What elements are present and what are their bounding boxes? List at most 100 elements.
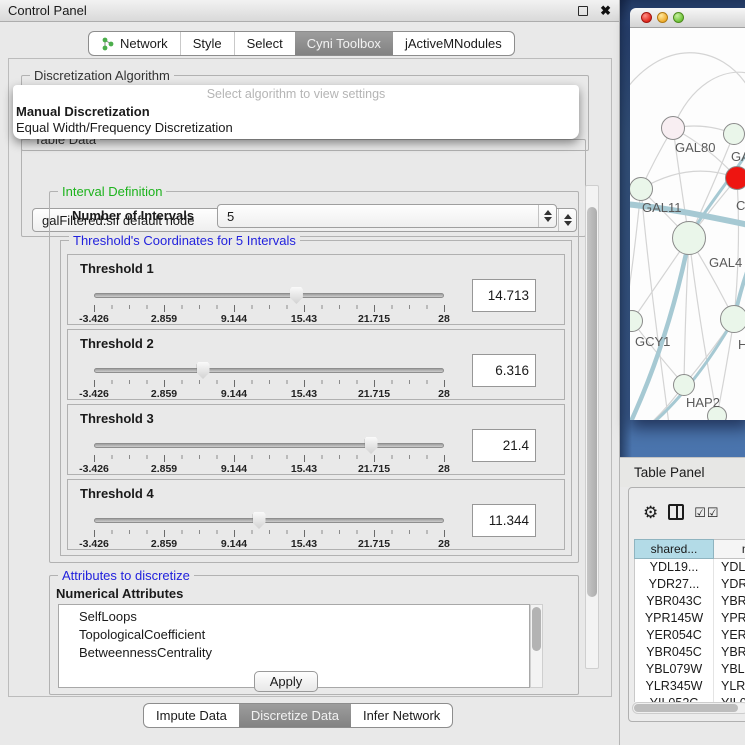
tab-select[interactable]: Select — [234, 32, 295, 55]
slider-track[interactable] — [94, 443, 444, 448]
table-row[interactable]: YBL079W YBL0 — [635, 661, 745, 678]
control-panel-titlebar: Control Panel ✖ — [0, 0, 619, 22]
slider-thumb[interactable] — [253, 512, 266, 529]
tick-label: -3.426 — [79, 463, 109, 475]
network-node[interactable] — [725, 166, 745, 190]
cell-shared-name[interactable]: YBL079W — [635, 661, 714, 678]
table-row[interactable]: YLR345W YLR3 — [635, 678, 745, 695]
tick-label: 15.43 — [291, 388, 317, 400]
checkbox-icons[interactable]: ☑☑ — [694, 506, 719, 519]
table-toolbar: ⚙ ☑☑ — [629, 498, 745, 526]
attributes-scrollbar[interactable] — [530, 604, 543, 688]
threshold-value-field[interactable]: 6.316 — [472, 354, 536, 387]
stepper-icon[interactable] — [538, 205, 556, 227]
list-item[interactable]: BetweennessCentrality — [79, 644, 529, 662]
close-icon[interactable]: ✖ — [600, 4, 611, 17]
cell-name[interactable]: YER0 — [714, 627, 745, 644]
slider-track[interactable] — [94, 293, 444, 298]
cyni-toolbox-panel: Discretization Algorithm Table Data galF… — [8, 58, 612, 697]
tab-jactivemnodules[interactable]: jActiveMNodules — [393, 32, 514, 55]
network-node[interactable] — [673, 374, 695, 396]
threshold-slider[interactable]: -3.426 2.859 9.144 15.43 21. — [94, 508, 444, 548]
threshold-label: Threshold 3 — [80, 411, 154, 426]
table-row[interactable]: YBR045C YBR0 — [635, 644, 745, 661]
cell-name[interactable]: YDR2 — [714, 576, 745, 593]
tab-infer-network[interactable]: Infer Network — [351, 704, 452, 727]
threshold-slider[interactable]: -3.426 2.859 9.144 15.43 21. — [94, 358, 444, 398]
close-traffic-light-icon[interactable] — [641, 12, 652, 23]
tick-label: 15.43 — [291, 463, 317, 475]
gear-icon[interactable]: ⚙ — [643, 504, 658, 521]
cell-name[interactable]: YBR0 — [714, 644, 745, 661]
network-node[interactable] — [723, 123, 745, 145]
cell-shared-name[interactable]: YDR27... — [635, 576, 714, 593]
threshold-slider[interactable]: -3.426 2.859 9.144 15.43 21. — [94, 283, 444, 323]
dropdown-option-equal-width-frequency[interactable]: Equal Width/Frequency Discretization — [13, 120, 579, 136]
tab-style[interactable]: Style — [180, 32, 234, 55]
network-node[interactable] — [630, 177, 653, 201]
tab-impute-data[interactable]: Impute Data — [144, 704, 239, 727]
cell-shared-name[interactable]: YDL19... — [635, 559, 714, 576]
network-node[interactable] — [672, 221, 706, 255]
table-row[interactable]: YER054C YER0 — [635, 627, 745, 644]
tab-cyni-toolbox[interactable]: Cyni Toolbox — [295, 32, 393, 55]
minimize-traffic-light-icon[interactable] — [657, 12, 668, 23]
cell-name[interactable]: YIL0 — [714, 695, 745, 702]
threshold-value-field[interactable]: 11.344 — [472, 504, 536, 537]
number-of-intervals-combobox[interactable]: 5 — [217, 204, 557, 228]
cell-shared-name[interactable]: YLR345W — [635, 678, 714, 695]
tab-infer-network-label: Infer Network — [363, 708, 440, 723]
network-node-label: HAP2 — [686, 395, 720, 410]
cell-shared-name[interactable]: YPR145W — [635, 610, 714, 627]
table-row[interactable]: YIL052C YIL0 — [635, 695, 745, 702]
slider-thumb[interactable] — [365, 437, 378, 454]
network-window-titlebar[interactable] — [630, 8, 745, 28]
cell-name[interactable]: YPR1 — [714, 610, 745, 627]
dropdown-option-manual-discretization[interactable]: Manual Discretization — [13, 104, 579, 120]
table-row[interactable]: YDL19... YDL1 — [635, 559, 745, 576]
network-node[interactable] — [720, 305, 745, 333]
bottom-tab-bar: Impute Data Discretize Data Infer Networ… — [143, 703, 453, 728]
apply-button[interactable]: Apply — [254, 671, 318, 692]
cell-name[interactable]: YDL1 — [714, 559, 745, 576]
slider-thumb[interactable] — [290, 287, 303, 304]
slider-major-ticks — [94, 530, 445, 537]
float-window-icon[interactable] — [578, 6, 588, 16]
tick-label: 15.43 — [291, 538, 317, 550]
slider-tick-labels: -3.426 2.859 9.144 15.43 21. — [94, 463, 444, 475]
dropdown-hint: Select algorithm to view settings — [13, 87, 579, 104]
zoom-traffic-light-icon[interactable] — [673, 12, 684, 23]
group-title: Interval Definition — [58, 184, 166, 199]
tab-discretize-data[interactable]: Discretize Data — [239, 704, 351, 727]
table-horizontal-scrollbar[interactable] — [632, 702, 745, 714]
threshold-value-field[interactable]: 21.4 — [472, 429, 536, 462]
cell-shared-name[interactable]: YBR045C — [635, 644, 714, 661]
cell-name[interactable]: YBR0 — [714, 593, 745, 610]
split-panel-icon[interactable] — [668, 504, 684, 520]
cell-name[interactable]: YBL0 — [714, 661, 745, 678]
list-item[interactable]: TopologicalCoefficient — [79, 626, 529, 644]
list-item[interactable]: SelfLoops — [79, 608, 529, 626]
tab-impute-data-label: Impute Data — [156, 708, 227, 723]
cell-shared-name[interactable]: YER054C — [635, 627, 714, 644]
cell-shared-name[interactable]: YIL052C — [635, 695, 714, 702]
table-row[interactable]: YBR043C YBR0 — [635, 593, 745, 610]
slider-thumb[interactable] — [197, 362, 210, 379]
threshold-value-field[interactable]: 14.713 — [472, 279, 536, 312]
tick-label: 28 — [438, 463, 450, 475]
column-header-name[interactable]: na — [714, 539, 745, 559]
tab-network[interactable]: Network — [89, 32, 180, 55]
network-canvas[interactable]: GAL80 GA C GAL11 GAL4 GCY1 H HAP2 — [630, 28, 745, 420]
table-row[interactable]: YPR145W YPR1 — [635, 610, 745, 627]
slider-track[interactable] — [94, 518, 444, 523]
panel-vertical-scrollbar[interactable] — [585, 185, 599, 669]
cell-name[interactable]: YLR3 — [714, 678, 745, 695]
network-node-label: GAL11 — [642, 200, 682, 215]
network-node[interactable] — [661, 116, 685, 140]
threshold-slider[interactable]: -3.426 2.859 9.144 15.43 21. — [94, 433, 444, 473]
cell-shared-name[interactable]: YBR043C — [635, 593, 714, 610]
column-header-shared-name[interactable]: shared... — [634, 539, 714, 559]
slider-track[interactable] — [94, 368, 444, 373]
table-row[interactable]: YDR27... YDR2 — [635, 576, 745, 593]
tick-label: 2.859 — [151, 388, 177, 400]
